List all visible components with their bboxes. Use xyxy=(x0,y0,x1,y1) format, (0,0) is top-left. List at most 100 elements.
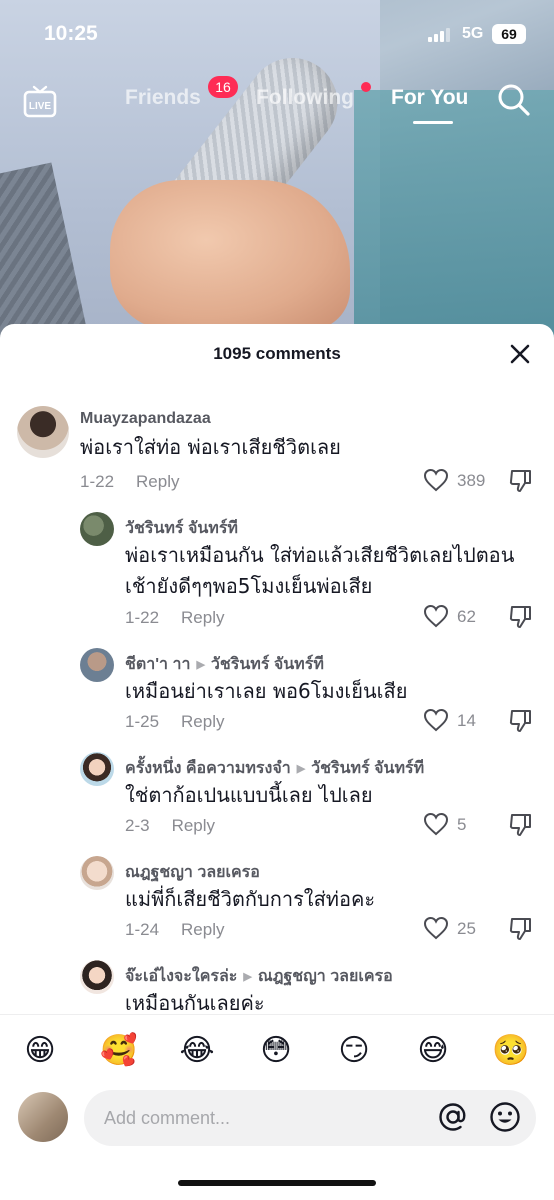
comment-date: 1-22 xyxy=(125,608,160,627)
avatar[interactable] xyxy=(80,512,114,546)
avatar[interactable] xyxy=(80,856,114,890)
dislike-icon[interactable] xyxy=(508,916,534,942)
dislike-icon[interactable] xyxy=(508,708,534,734)
emoji-picker-icon[interactable] xyxy=(488,1100,522,1134)
like-button[interactable]: 389 xyxy=(423,466,493,496)
emoji-sweat-smile-button[interactable]: 😅 xyxy=(413,1031,453,1071)
comment-item: ณฎฐชญา วลยเครอ แม่พี่ก็เสียชีวิตกับการใส… xyxy=(0,856,554,946)
like-count: 14 xyxy=(457,711,476,730)
live-icon[interactable]: LIVE xyxy=(22,84,58,120)
following-notification-dot xyxy=(361,82,371,92)
comment-author: จ๊ะเอ๋ไงจะใครล่ะ xyxy=(125,968,238,985)
reply-arrow-icon: ▶ xyxy=(243,971,252,984)
avatar[interactable] xyxy=(80,960,114,994)
home-indicator xyxy=(178,1180,376,1186)
dislike-icon[interactable] xyxy=(508,604,534,630)
comment-text: พ่อเราเหมือนกัน ใส่ท่อแล้วเสียชีวิตเลยไป… xyxy=(125,543,515,598)
mention-icon[interactable] xyxy=(436,1100,470,1134)
active-tab-indicator xyxy=(413,121,453,124)
like-count: 25 xyxy=(457,919,476,938)
comments-header: 1095 comments xyxy=(0,324,554,380)
tab-for-you[interactable]: For You xyxy=(391,86,468,110)
comment-date: 1-24 xyxy=(125,920,160,939)
status-bar: 10:25 5G 69 xyxy=(0,0,554,70)
emoji-smiling-hearts-button[interactable]: 🥰 xyxy=(99,1031,139,1071)
friends-badge: 16 xyxy=(208,76,238,98)
comment-meta: 2-3 Reply xyxy=(125,816,215,836)
comment-username[interactable]: จ๊ะเอ๋ไงจะใครล่ะ ▶ ณฎฐชญา วลยเครอ xyxy=(125,964,393,989)
emoji-bar: 😁 🥰 😂 😳 😏 😅 🥺 xyxy=(0,1014,554,1087)
reply-to-name: วัชรินทร์ จันทร์ที xyxy=(210,656,324,673)
like-count: 5 xyxy=(457,815,467,834)
emoji-flushed-button[interactable]: 😳 xyxy=(256,1031,296,1071)
heart-icon xyxy=(423,812,449,836)
heart-icon xyxy=(423,708,449,732)
comment-text: ใช่ตาก้อเปนแบบนี้เลย ไปเลย xyxy=(125,783,373,807)
avatar[interactable] xyxy=(80,752,114,786)
tab-friends[interactable]: Friends xyxy=(125,86,201,110)
video-hand xyxy=(110,180,350,330)
reply-button[interactable]: Reply xyxy=(181,608,224,627)
comment-author: ชีตา'า าา xyxy=(125,656,191,673)
comment-count-title: 1095 comments xyxy=(213,344,341,363)
comment-username[interactable]: Muayzapandazaa xyxy=(80,410,211,428)
reply-button[interactable]: Reply xyxy=(172,816,215,835)
comment-item: วัชรินทร์ จันทร์ที พ่อเราเหมือนกัน ใส่ท่… xyxy=(0,512,554,632)
comment-meta: 1-22 Reply xyxy=(125,608,225,628)
like-button[interactable]: 62 xyxy=(423,602,493,632)
reply-button[interactable]: Reply xyxy=(181,920,224,939)
reply-button[interactable]: Reply xyxy=(181,712,224,731)
emoji-tears-of-joy-button[interactable]: 😂 xyxy=(177,1031,217,1071)
emoji-grin-button[interactable]: 😁 xyxy=(20,1031,60,1071)
close-icon[interactable] xyxy=(508,342,532,366)
comment-item: ชีตา'า าา ▶ วัชรินทร์ จันทร์ที เหมือนย่าเร… xyxy=(0,648,554,738)
battery-icon: 69 xyxy=(492,24,526,44)
reply-arrow-icon: ▶ xyxy=(196,659,205,672)
avatar[interactable] xyxy=(17,406,69,458)
comment-item: Muayzapandazaa พ่อเราใส่ท่อ พ่อเราเสียชี… xyxy=(0,402,554,502)
comment-username[interactable]: วัชรินทร์ จันทร์ที xyxy=(125,516,238,541)
tab-following[interactable]: Following xyxy=(256,86,354,110)
like-button[interactable]: 5 xyxy=(423,810,493,840)
comment-meta: 1-24 Reply xyxy=(125,920,225,940)
comment-text: แม่พี่ก็เสียชีวิตกับการใส่ท่อคะ xyxy=(125,887,376,911)
comment-author: ครั้งหนึ่ง คือความทรงจำ xyxy=(125,760,291,777)
like-button[interactable]: 25 xyxy=(423,914,493,944)
comment-item: ครั้งหนึ่ง คือความทรงจำ ▶ วัชรินทร์ จันทร์… xyxy=(0,752,554,842)
like-count: 62 xyxy=(457,607,476,626)
like-button[interactable]: 14 xyxy=(423,706,493,736)
tab-following-label: Following xyxy=(256,86,354,109)
comment-text: เหมือนย่าเราเลย พอ6โมงเย็นเสีย xyxy=(125,679,408,703)
comment-input-row xyxy=(0,1086,554,1156)
reply-arrow-icon: ▶ xyxy=(296,763,306,776)
network-label: 5G xyxy=(462,25,484,42)
top-nav: LIVE Friends 16 Following For You xyxy=(0,76,554,128)
svg-text:LIVE: LIVE xyxy=(29,101,52,112)
comment-text: พ่อเราใส่ท่อ พ่อเราเสียชีวิตเลย xyxy=(80,435,341,459)
heart-icon xyxy=(423,468,449,492)
status-time: 10:25 xyxy=(44,22,98,45)
dislike-icon[interactable] xyxy=(508,468,534,494)
comment-item: จ๊ะเอ๋ไงจะใครล่ะ ▶ ณฎฐชญา วลยเครอ เหมือนกั… xyxy=(0,960,554,1015)
avatar[interactable] xyxy=(80,648,114,682)
reply-to-name: วัชรินทร์ จันทร์ที xyxy=(311,760,425,777)
emoji-smirk-button[interactable]: 😏 xyxy=(334,1031,374,1071)
heart-icon xyxy=(423,604,449,628)
comment-username[interactable]: ชีตา'า าา ▶ วัชรินทร์ จันทร์ที xyxy=(125,652,324,677)
search-icon[interactable] xyxy=(496,82,532,118)
heart-icon xyxy=(423,916,449,940)
avatar[interactable] xyxy=(18,1092,68,1142)
comment-username[interactable]: ครั้งหนึ่ง คือความทรงจำ ▶ วัชรินทร์ จันทร์… xyxy=(125,756,424,781)
comment-date: 1-22 xyxy=(80,472,115,491)
signal-icon xyxy=(428,28,450,42)
comment-username[interactable]: ณฎฐชญา วลยเครอ xyxy=(125,860,260,885)
comment-date: 1-25 xyxy=(125,712,160,731)
comment-meta: 1-25 Reply xyxy=(125,712,225,732)
tab-friends-label: Friends xyxy=(125,86,201,109)
reply-button[interactable]: Reply xyxy=(136,472,179,491)
comment-meta: 1-22 Reply xyxy=(80,472,180,492)
comment-date: 2-3 xyxy=(125,816,150,835)
tab-for-you-label: For You xyxy=(391,86,469,109)
emoji-pleading-button[interactable]: 🥺 xyxy=(491,1031,531,1071)
dislike-icon[interactable] xyxy=(508,812,534,838)
